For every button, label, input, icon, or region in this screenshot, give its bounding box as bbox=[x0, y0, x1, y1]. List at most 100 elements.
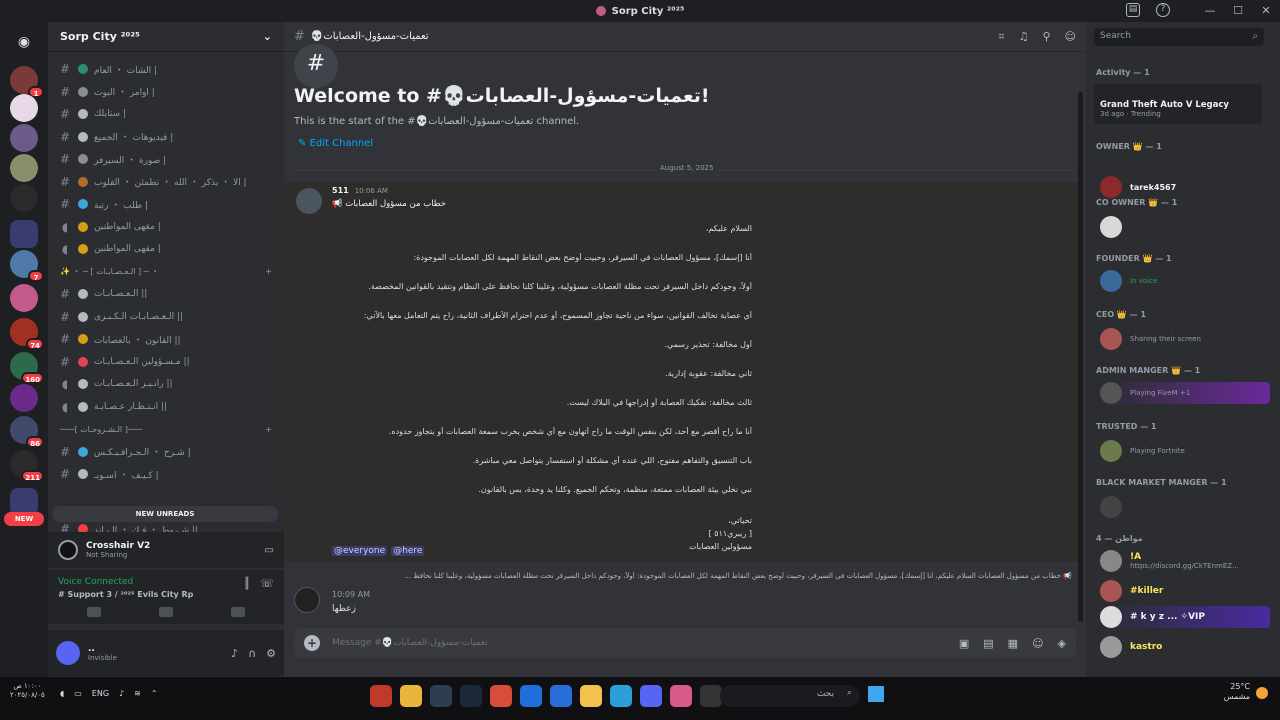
minimize-button[interactable]: — bbox=[1196, 0, 1224, 22]
mention-here[interactable]: @here bbox=[391, 546, 425, 556]
channel-item[interactable]: # مـسـؤولين الـعـصـابـات || bbox=[48, 351, 284, 374]
channel-item[interactable]: # صورة ・ السيرفر | bbox=[48, 148, 284, 171]
server-icon-7[interactable] bbox=[10, 284, 38, 312]
voice-channel-item[interactable]: ◖ رانـيـر الـعـصـابـات || bbox=[48, 373, 284, 396]
maximize-button[interactable]: ☐ bbox=[1224, 0, 1252, 22]
avatar[interactable] bbox=[296, 188, 322, 214]
server-icon-8[interactable]: 74 bbox=[10, 318, 44, 350]
member-row[interactable]: kastro bbox=[1100, 636, 1260, 658]
plus-icon[interactable]: + bbox=[265, 425, 272, 434]
add-attachment-icon[interactable]: + bbox=[304, 635, 320, 651]
chat-scrollbar[interactable] bbox=[1078, 92, 1083, 622]
member-row[interactable]: Sharing their screen bbox=[1100, 328, 1260, 350]
server-icon-9[interactable]: 160 bbox=[10, 352, 44, 384]
member-row[interactable] bbox=[1100, 496, 1260, 518]
discord-icon[interactable] bbox=[640, 685, 662, 707]
app-icon[interactable] bbox=[670, 685, 692, 707]
screen-share-icon[interactable]: ▭ bbox=[265, 545, 274, 556]
wifi-icon[interactable]: ≋ bbox=[134, 689, 141, 698]
chevron-up-icon[interactable]: ⌃ bbox=[151, 689, 158, 698]
app-icon[interactable] bbox=[370, 685, 392, 707]
server-icon-3[interactable] bbox=[10, 124, 38, 152]
member-row[interactable]: tarek4567 bbox=[1100, 176, 1260, 198]
avatar[interactable] bbox=[56, 641, 80, 665]
app-icon[interactable] bbox=[700, 685, 722, 707]
channel-item[interactable]: # شـرح ・ الـجـرافـيـكـس | bbox=[48, 441, 284, 464]
plus-icon[interactable]: + bbox=[265, 267, 272, 276]
channel-item[interactable]: # الـعـصـابـات || bbox=[48, 283, 284, 306]
activity-button[interactable] bbox=[231, 607, 245, 617]
member-row[interactable] bbox=[1100, 216, 1260, 238]
channel-item[interactable]: # ستايلك | bbox=[48, 103, 284, 126]
edge-icon[interactable] bbox=[610, 685, 632, 707]
channel-item[interactable]: # طلب ・ رتبة | bbox=[48, 193, 284, 216]
mention-everyone[interactable]: @everyone bbox=[332, 546, 388, 556]
channel-item[interactable]: # فيديوهات ・ الجميع | bbox=[48, 126, 284, 149]
taskbar-search[interactable]: بحث ⌕ bbox=[720, 685, 860, 707]
message-composer[interactable]: + Message #💀تعميات-مسؤول-العصابات ▣ ▤ ▦ … bbox=[294, 628, 1076, 658]
server-icon-10[interactable] bbox=[10, 384, 38, 412]
gift-icon[interactable]: ▣ bbox=[959, 637, 969, 650]
help-icon[interactable]: ? bbox=[1156, 3, 1170, 17]
language-indicator[interactable]: ENG bbox=[92, 689, 109, 698]
member-row[interactable]: Playing FiveM +1 bbox=[1100, 382, 1270, 404]
voice-channel-item[interactable]: ◖ مقهى المواطنين | bbox=[48, 216, 284, 239]
server-icon-12[interactable]: 211 bbox=[10, 450, 44, 482]
pin-icon[interactable]: ⚲ bbox=[1042, 30, 1050, 44]
voice-channel-item[interactable]: ◖ مقهى المواطنين | bbox=[48, 238, 284, 261]
weather-widget[interactable]: 25°C مشمس bbox=[1224, 682, 1250, 702]
outlook-icon[interactable] bbox=[520, 685, 542, 707]
headphones-icon[interactable]: ∩ bbox=[248, 647, 256, 660]
message-author[interactable]: 511 bbox=[332, 186, 349, 195]
gif-icon[interactable]: ▤ bbox=[983, 637, 993, 650]
composer-placeholder[interactable]: Message #💀تعميات-مسؤول-العصابات bbox=[332, 638, 488, 648]
search-input[interactable]: Search ⌕ bbox=[1094, 28, 1264, 46]
category-header[interactable]: ───[ الـشـروحـات ]─── + bbox=[48, 418, 284, 441]
steam-icon[interactable] bbox=[460, 685, 482, 707]
server-icon-5[interactable] bbox=[10, 184, 38, 212]
folder-icon[interactable] bbox=[580, 685, 602, 707]
folder-icon[interactable] bbox=[10, 220, 38, 248]
voice-channel-item[interactable]: ◖ انـتـظـار عـصـابـة || bbox=[48, 396, 284, 419]
member-row[interactable]: # k y z ... ✧VIP bbox=[1100, 606, 1270, 628]
channel-item[interactable]: # الا ・ بذكر ・ الله ・ تطمئن ・ القلوب | bbox=[48, 171, 284, 194]
member-row[interactable]: In voice bbox=[1100, 270, 1260, 292]
server-icon-6[interactable]: 7 bbox=[10, 250, 44, 282]
display-icon[interactable]: ▭ bbox=[74, 689, 82, 698]
mute-bell-icon[interactable]: ♫ bbox=[1019, 30, 1029, 44]
channel-item[interactable]: # كـيـف ・ اسـويـ | bbox=[48, 463, 284, 486]
threads-icon[interactable]: ⌗ bbox=[998, 30, 1004, 44]
sticker-icon[interactable]: ▦ bbox=[1008, 637, 1018, 650]
activity-card[interactable]: Crosshair V2 Not Sharing ▭ bbox=[48, 532, 284, 568]
category-header[interactable]: ✨ ・ ─ [ الـعـصـابـات ] ─ ・ + bbox=[48, 261, 284, 284]
channel-item[interactable]: # القانون ・ بالعصابات || bbox=[48, 328, 284, 351]
screen-share-button[interactable] bbox=[159, 607, 173, 617]
channel-item[interactable]: # اوامر ・ البوت | bbox=[48, 81, 284, 104]
member-row[interactable]: Playing Fortnite bbox=[1100, 440, 1260, 462]
avatar[interactable] bbox=[294, 587, 320, 613]
microphone-icon[interactable]: ♪ bbox=[231, 647, 238, 660]
edit-channel-link[interactable]: ✎ Edit Channel bbox=[298, 138, 373, 149]
app-icon[interactable] bbox=[550, 685, 572, 707]
gear-icon[interactable]: ⚙ bbox=[266, 647, 276, 660]
mic-icon[interactable]: ♪ bbox=[119, 689, 124, 698]
server-icon-4[interactable] bbox=[10, 154, 38, 182]
members-icon[interactable]: ☺ bbox=[1065, 30, 1076, 44]
voice-status[interactable]: Voice Connected bbox=[58, 577, 193, 587]
server-header[interactable]: Sorp City ²⁰²⁵ ⌄ bbox=[48, 22, 284, 52]
clock[interactable]: ١٠:٠٠ ص ٢٠٢٥/٠٨/٠٥ bbox=[10, 682, 45, 700]
speaker-icon[interactable]: ◖ bbox=[60, 689, 64, 698]
server-icon-1[interactable]: 1 bbox=[10, 66, 44, 98]
app-icon[interactable] bbox=[430, 685, 452, 707]
chrome-icon[interactable] bbox=[400, 685, 422, 707]
camera-button[interactable] bbox=[87, 607, 101, 617]
emoji-icon[interactable]: ☺ bbox=[1032, 637, 1043, 650]
channel-item[interactable]: # الشات ・ العام | bbox=[48, 58, 284, 81]
apps-icon[interactable]: ◈ bbox=[1058, 637, 1066, 650]
server-icon-11[interactable]: 86 bbox=[10, 416, 44, 448]
channel-item[interactable]: # الـعـصـابـات الـكـبـرى || bbox=[48, 306, 284, 329]
member-row[interactable]: #killer bbox=[1100, 580, 1260, 602]
discord-home-icon[interactable]: ◉ bbox=[10, 28, 38, 56]
new-pill[interactable]: NEW bbox=[4, 512, 44, 526]
chrome-icon[interactable] bbox=[490, 685, 512, 707]
